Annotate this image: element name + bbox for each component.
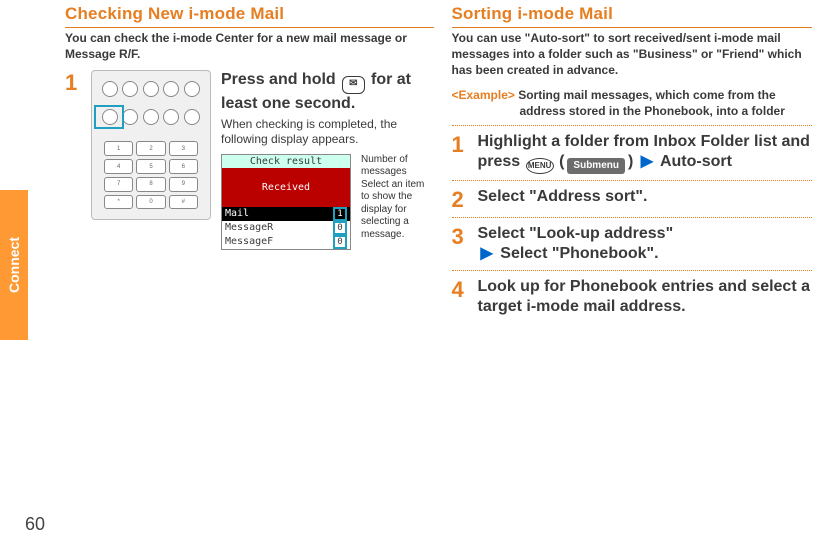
step-number: 4 (452, 279, 478, 301)
example-text-b: address stored in the Phonebook, into a … (520, 103, 813, 119)
screen-row-mail: Mail 1 (222, 207, 350, 221)
step-body: Highlight a folder from Inbox Folder lis… (478, 132, 813, 174)
mail-icon: ✉ (349, 78, 357, 91)
screen-annotation: Number of messages Select an item to sho… (361, 154, 434, 242)
right-step-2: 2 Select "Address sort". (452, 187, 813, 211)
right-step-3: 3 Select "Look-up address" ▶ Select "Pho… (452, 224, 813, 264)
step1-note: When checking is completed, the followin… (221, 117, 434, 148)
step1-title: Press and hold ✉ for at least one second… (221, 70, 434, 113)
arrow-icon: ▶ (481, 245, 493, 262)
menu-key-icon: MENU (526, 158, 554, 174)
screen-list: Mail 1 MessageR 0 MessageF (222, 207, 350, 249)
right-steps: 4 Look up for Phonebook entries and sele… (452, 277, 813, 317)
divider (452, 217, 813, 218)
step-number: 1 (65, 72, 91, 94)
left-heading: Checking New i-mode Mail (65, 4, 434, 28)
right-steps: 3 Select "Look-up address" ▶ Select "Pho… (452, 224, 813, 264)
s1-tail: Auto-sort (660, 153, 732, 170)
side-category-tab: Connect (0, 190, 28, 340)
example-text-a: Sorting mail messages, which come from t… (518, 88, 775, 102)
step-body: Look up for Phonebook entries and select… (478, 277, 813, 317)
step-body: Select "Address sort". (478, 187, 813, 207)
screen-banner: Received (222, 168, 350, 207)
mail-key-icon: ✉ (342, 76, 364, 94)
screen-title: Check result (222, 155, 350, 168)
step-number: 3 (452, 226, 478, 248)
divider (452, 125, 813, 126)
screen-row-msgR: MessageR 0 (222, 221, 350, 235)
left-column: Checking New i-mode Mail You can check t… (65, 0, 444, 513)
right-steps: 2 Select "Address sort". (452, 187, 813, 211)
paren-close: ) (628, 153, 633, 170)
divider (452, 270, 813, 271)
step1-row: 123 456 789 *0# Press and hold ✉ (91, 70, 434, 249)
left-intro: You can check the i-mode Center for a ne… (65, 30, 434, 62)
row-count: 1 (333, 207, 347, 221)
row-count: 0 (333, 235, 347, 249)
phone-screen: Check result Received Mail 1 Messa (221, 154, 351, 250)
step-number: 2 (452, 189, 478, 211)
right-column: Sorting i-mode Mail You can use "Auto-so… (444, 0, 823, 513)
left-steps: 1 123 456 7 (65, 70, 434, 249)
screen-row-msgF: MessageF 0 (222, 235, 350, 249)
right-step-1: 1 Highlight a folder from Inbox Folder l… (452, 132, 813, 174)
left-step-1: 1 123 456 7 (65, 70, 434, 249)
example-block: <Example> Sorting mail messages, which c… (452, 87, 813, 119)
step1-text: Press and hold ✉ for at least one second… (221, 70, 434, 249)
row-label: MessageR (225, 222, 330, 233)
mail-key-highlight (96, 107, 122, 127)
annotation-line-2: Select an item to show the display for s… (361, 179, 434, 242)
example-label: <Example> (452, 88, 515, 102)
arrow-icon: ▶ (641, 153, 653, 170)
row-label: Mail (225, 208, 330, 219)
right-steps: 1 Highlight a folder from Inbox Folder l… (452, 132, 813, 174)
step-body: 123 456 789 *0# Press and hold ✉ (91, 70, 434, 249)
page-number: 60 (25, 514, 45, 535)
row-count: 0 (333, 221, 347, 235)
row-label: MessageF (225, 236, 330, 247)
divider (452, 180, 813, 181)
submenu-badge: Submenu (567, 158, 625, 174)
s3-line-b: Select "Phonebook". (500, 245, 658, 262)
result-row: Check result Received Mail 1 Messa (221, 154, 434, 250)
paren-open: ( (559, 153, 564, 170)
page-content: Checking New i-mode Mail You can check t… (65, 0, 822, 513)
s3-line-a: Select "Look-up address" (478, 224, 813, 244)
phone-keys: 123 456 789 *0# (104, 141, 198, 209)
annotation-line-1: Number of messages (361, 154, 434, 179)
step-body: Select "Look-up address" ▶ Select "Phone… (478, 224, 813, 264)
step-number: 1 (452, 134, 478, 156)
right-heading: Sorting i-mode Mail (452, 4, 813, 28)
side-category-label: Connect (6, 237, 22, 293)
step1-title-a: Press and hold (221, 71, 340, 88)
phone-illustration: 123 456 789 *0# (91, 70, 211, 220)
right-step-4: 4 Look up for Phonebook entries and sele… (452, 277, 813, 317)
right-intro: You can use "Auto-sort" to sort received… (452, 30, 813, 79)
